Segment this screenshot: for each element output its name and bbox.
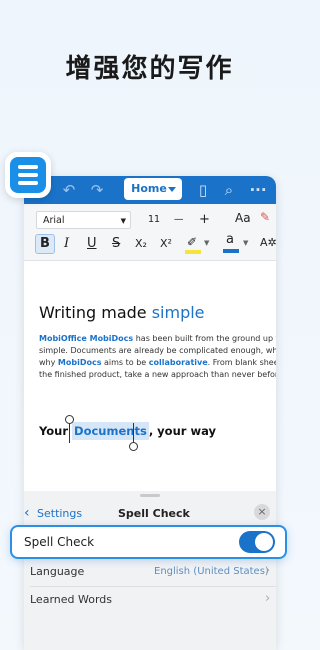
- bold-button[interactable]: B: [35, 234, 55, 254]
- document-title: Writing made simple: [39, 303, 205, 322]
- selection-start-caret: [69, 423, 70, 443]
- brand-text: MobiDocs: [57, 358, 102, 367]
- spell-check-row[interactable]: Spell Check: [10, 525, 287, 559]
- text-color-glyph: a: [226, 232, 234, 247]
- app-bar: ↶ ↷ Home ▯ ⌕ ···: [24, 176, 276, 204]
- styles-icon[interactable]: A✲: [260, 236, 276, 249]
- selected-text[interactable]: Documents: [72, 422, 149, 440]
- title-accent: simple: [151, 303, 205, 322]
- highlight-swatch: [185, 250, 201, 254]
- close-icon[interactable]: ×: [254, 504, 270, 520]
- chevron-left-icon[interactable]: ‹: [24, 505, 30, 521]
- language-value: English (United States): [154, 566, 269, 577]
- undo-icon[interactable]: ↶: [60, 181, 78, 199]
- chevron-down-icon: [168, 187, 176, 192]
- format-toolbar: Arial ▼ 11 — + Aa ✎ B I U S X₂ X² ✐ ▼ a …: [24, 204, 276, 261]
- increase-size-button[interactable]: +: [199, 211, 210, 229]
- sheet-title: Spell Check: [118, 507, 190, 520]
- divider: [30, 586, 276, 587]
- learned-words-label: Learned Words: [30, 593, 112, 606]
- underline-button[interactable]: U: [87, 236, 97, 251]
- spell-check-sheet: ‹ Settings Spell Check × Language Englis…: [24, 491, 276, 650]
- redo-icon[interactable]: ↷: [88, 181, 106, 199]
- font-name-value: Arial: [43, 215, 65, 226]
- chevron-down-icon[interactable]: ▼: [204, 239, 209, 247]
- heading-text: , your way: [148, 424, 216, 438]
- spell-check-label: Spell Check: [24, 535, 95, 549]
- chevron-down-icon[interactable]: ▼: [243, 239, 248, 247]
- toggle-knob: [255, 533, 273, 551]
- search-icon[interactable]: ⌕: [220, 181, 238, 199]
- app-logo-icon: [5, 152, 51, 198]
- font-size-stepper[interactable]: 11 — +: [142, 211, 224, 229]
- spell-check-toggle[interactable]: [239, 531, 275, 553]
- chevron-right-icon: ›: [265, 563, 271, 578]
- text-color-swatch: [223, 249, 239, 253]
- selection-end-caret: [133, 423, 134, 443]
- heading-text: Your: [39, 424, 73, 438]
- clear-format-icon[interactable]: ✎: [260, 210, 270, 224]
- more-icon[interactable]: ···: [249, 181, 267, 199]
- document-canvas[interactable]: Writing made simple MobiOffice MobiDocs …: [24, 261, 276, 481]
- logo-tile: [10, 157, 46, 193]
- strikethrough-button[interactable]: S: [112, 236, 120, 251]
- document-heading: Your Documents, your way: [39, 422, 216, 440]
- selection-end-handle[interactable]: [129, 442, 138, 451]
- title-plain: Writing made: [39, 303, 152, 322]
- font-size-value: 11: [148, 214, 161, 225]
- sheet-header: ‹ Settings Spell Check ×: [24, 503, 276, 523]
- home-tab-button[interactable]: Home: [124, 178, 182, 200]
- italic-button[interactable]: I: [64, 236, 69, 251]
- sheet-grabber[interactable]: [140, 494, 160, 497]
- document-paragraph: MobiOffice MobiDocs has been built from …: [39, 333, 276, 381]
- highlight-button[interactable]: ✐: [185, 235, 201, 254]
- text-color-button[interactable]: a: [223, 232, 239, 253]
- device-frame: ↶ ↷ Home ▯ ⌕ ··· Arial ▼ 11 — + Aa ✎ B I…: [24, 176, 276, 650]
- font-name-select[interactable]: Arial ▼: [36, 211, 131, 229]
- language-label: Language: [30, 565, 85, 578]
- document-icon[interactable]: ▯: [194, 181, 212, 199]
- headline: 增强您的写作: [65, 54, 234, 84]
- superscript-button[interactable]: X²: [160, 237, 172, 250]
- brand-text: MobiOffice MobiDocs: [39, 334, 134, 343]
- paragraph-text: aims to be: [101, 358, 149, 367]
- language-row[interactable]: Language English (United States) ›: [24, 559, 276, 585]
- decrease-size-button[interactable]: —: [174, 211, 184, 229]
- chevron-right-icon: ›: [265, 591, 271, 606]
- logo-bar: [18, 165, 38, 169]
- logo-bar: [18, 173, 38, 177]
- logo-bar: [18, 181, 38, 185]
- learned-words-row[interactable]: Learned Words ›: [24, 589, 276, 615]
- brand-text: collaborative: [148, 358, 208, 367]
- subscript-button[interactable]: X₂: [135, 237, 147, 250]
- chevron-down-icon: ▼: [120, 217, 126, 225]
- back-settings-button[interactable]: Settings: [37, 507, 82, 520]
- font-size-icon[interactable]: Aa: [235, 211, 251, 225]
- highlighter-icon: ✐: [187, 235, 198, 249]
- home-tab-label: Home: [131, 182, 167, 195]
